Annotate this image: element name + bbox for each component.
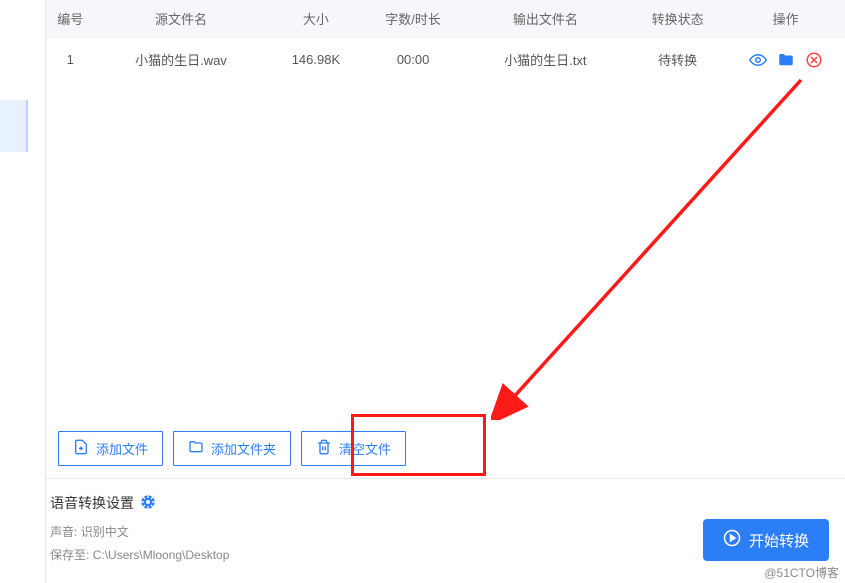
col-header-output: 输出文件名 <box>462 0 629 38</box>
file-table: 编号 源文件名 大小 字数/时长 输出文件名 转换状态 操作 1 小猫的生日.w… <box>46 0 845 81</box>
save-label: 保存至: <box>50 548 89 562</box>
sidebar-active-indicator <box>0 100 28 152</box>
clear-files-button[interactable]: 清空文件 <box>301 431 406 466</box>
settings-title-label: 语音转换设置 <box>50 493 134 513</box>
gear-icon[interactable] <box>140 494 156 513</box>
cell-size: 146.98K <box>267 38 364 82</box>
start-convert-button[interactable]: 开始转换 <box>703 519 829 561</box>
annotation-arrow <box>491 70 821 420</box>
cell-id: 1 <box>46 38 95 82</box>
add-file-label: 添加文件 <box>96 439 148 458</box>
table-row[interactable]: 1 小猫的生日.wav 146.98K 00:00 小猫的生日.txt 待转换 <box>46 38 845 82</box>
col-header-duration: 字数/时长 <box>365 0 462 38</box>
add-file-icon <box>73 439 89 458</box>
delete-icon[interactable] <box>805 51 823 69</box>
add-file-button[interactable]: 添加文件 <box>58 431 163 466</box>
play-icon <box>723 529 741 551</box>
col-header-size: 大小 <box>267 0 364 38</box>
voice-label: 声音: <box>50 525 77 539</box>
cell-duration: 00:00 <box>365 38 462 82</box>
trash-icon <box>316 439 332 458</box>
cell-status: 待转换 <box>629 38 726 82</box>
clear-files-label: 清空文件 <box>339 439 391 458</box>
cell-output: 小猫的生日.txt <box>462 38 629 82</box>
settings-section: 语音转换设置 声音: 识别中文 保存至: C:\Users\Mloong\Des… <box>46 478 845 583</box>
watermark: @51CTO博客 <box>764 564 839 581</box>
voice-value: 识别中文 <box>81 525 129 539</box>
add-folder-button[interactable]: 添加文件夹 <box>173 431 291 466</box>
folder-icon[interactable] <box>777 51 795 69</box>
col-header-ops: 操作 <box>726 0 845 38</box>
add-folder-icon <box>188 439 204 458</box>
col-header-id: 编号 <box>46 0 95 38</box>
file-table-area: 编号 源文件名 大小 字数/时长 输出文件名 转换状态 操作 1 小猫的生日.w… <box>46 0 845 478</box>
save-path: C:\Users\Mloong\Desktop <box>93 548 230 562</box>
col-header-status: 转换状态 <box>629 0 726 38</box>
col-header-source: 源文件名 <box>95 0 268 38</box>
start-convert-label: 开始转换 <box>749 530 809 551</box>
preview-icon[interactable] <box>749 51 767 69</box>
cell-source: 小猫的生日.wav <box>95 38 268 82</box>
add-folder-label: 添加文件夹 <box>211 439 276 458</box>
sidebar <box>0 0 45 583</box>
